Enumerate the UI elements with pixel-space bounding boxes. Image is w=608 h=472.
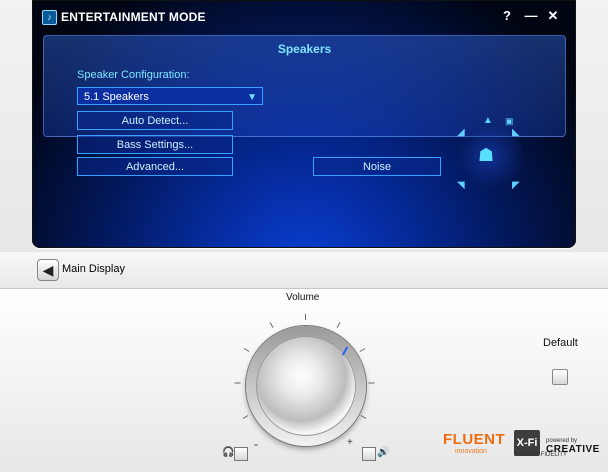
volume-knob[interactable] bbox=[246, 326, 366, 446]
rear-left-speaker-icon[interactable]: ◥ bbox=[457, 181, 465, 191]
headphones-toggle[interactable] bbox=[234, 447, 248, 461]
minimize-button[interactable]: — bbox=[522, 7, 540, 25]
headphones-icon: 🎧 bbox=[222, 447, 235, 458]
help-button[interactable]: ? bbox=[498, 7, 516, 25]
speaker-config-value: 5.1 Speakers bbox=[84, 91, 149, 103]
volume-tick bbox=[243, 348, 250, 352]
bass-settings-button[interactable]: Bass Settings... bbox=[77, 135, 233, 154]
rear-right-speaker-icon[interactable]: ◤ bbox=[512, 181, 520, 191]
volume-tick bbox=[234, 382, 241, 384]
volume-tick bbox=[242, 415, 249, 419]
advanced-button[interactable]: Advanced... bbox=[77, 157, 233, 176]
speaker-icon: 🔊 bbox=[377, 447, 390, 458]
arrow-left-icon[interactable]: ◀ bbox=[37, 259, 59, 281]
title-bar[interactable]: ♪ ENTERTAINMENT MODE ? — ✕ bbox=[34, 3, 574, 29]
volume-tick bbox=[269, 322, 274, 328]
creative-logo: CREATIVE bbox=[546, 444, 600, 455]
volume-knob-face[interactable] bbox=[256, 336, 356, 436]
noise-button[interactable]: Noise bbox=[313, 157, 441, 176]
speaker-config-select[interactable]: 5.1 Speakers ▼ bbox=[77, 87, 263, 105]
default-label: Default bbox=[543, 337, 578, 349]
volume-plus: + bbox=[347, 437, 353, 448]
music-note-icon: ♪ bbox=[42, 10, 57, 25]
subwoofer-icon[interactable]: ▣ bbox=[505, 116, 514, 126]
listener-head-icon: ☗ bbox=[478, 145, 495, 165]
panel-title: Speakers bbox=[277, 42, 332, 56]
volume-tick bbox=[368, 382, 375, 384]
speaker-toggle[interactable] bbox=[362, 447, 376, 461]
app-window: ♪ ENTERTAINMENT MODE ? — ✕ Speakers Spea… bbox=[0, 0, 608, 472]
volume-tick bbox=[360, 415, 367, 419]
volume-minus: - bbox=[254, 437, 258, 451]
default-button[interactable] bbox=[552, 369, 568, 385]
front-left-speaker-icon[interactable]: ◢ bbox=[457, 128, 465, 138]
auto-detect-button[interactable]: Auto Detect... bbox=[77, 111, 233, 130]
front-right-speaker-icon[interactable]: ◣ bbox=[512, 128, 520, 138]
window-title: ENTERTAINMENT MODE bbox=[61, 10, 206, 24]
main-display-link[interactable]: Main Display bbox=[62, 263, 125, 275]
fluent-logo: FLUENT bbox=[443, 431, 506, 448]
center-speaker-icon[interactable]: ▲ bbox=[483, 116, 493, 126]
volume-label: Volume bbox=[286, 292, 320, 303]
fluent-logo-subtitle: innovation bbox=[455, 448, 487, 455]
volume-tick bbox=[359, 348, 366, 352]
speaker-config-label: Speaker Configuration: bbox=[77, 69, 190, 81]
close-button[interactable]: ✕ bbox=[544, 7, 562, 25]
volume-tick bbox=[305, 314, 306, 320]
chevron-down-icon: ▼ bbox=[247, 92, 257, 103]
volume-tick bbox=[336, 322, 341, 328]
